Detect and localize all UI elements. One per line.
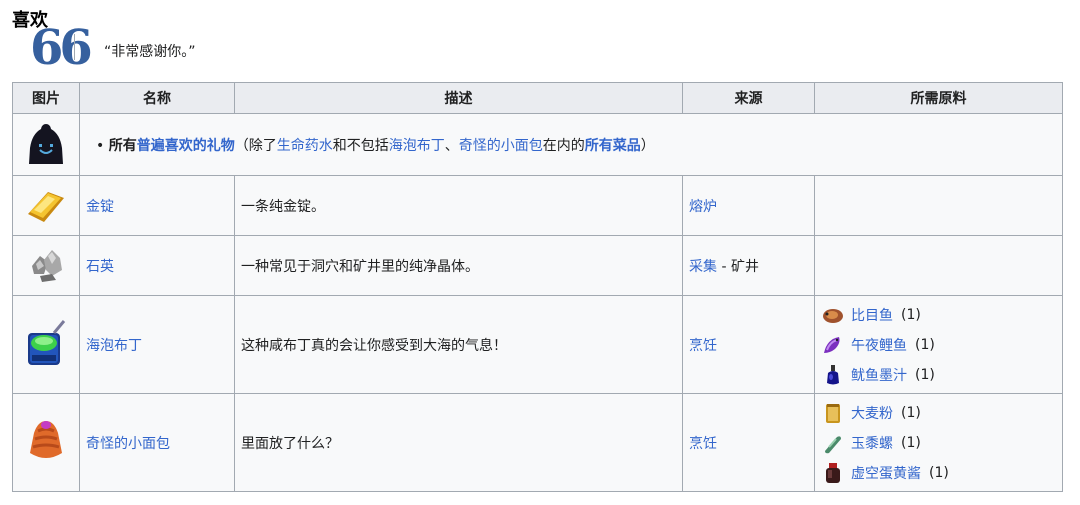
table-row: 海泡布丁 这种咸布丁真的会让你感受到大海的气息！ 烹饪 比目鱼 (1) 午夜鲤鱼 [12, 295, 1063, 394]
source-cell: 熔炉 [682, 175, 815, 236]
universal-text-3: 、 [444, 137, 459, 154]
seafoam-pudding-icon [28, 319, 66, 365]
shadow-people-icon [29, 123, 63, 164]
bullet: • [96, 137, 105, 154]
item-name-link[interactable]: 石英 [86, 259, 114, 275]
header-ingredients: 所需原料 [814, 82, 1063, 114]
ingredient-link[interactable]: 午夜鲤鱼 [851, 335, 907, 355]
universal-loves-link[interactable]: 普遍喜欢的礼物 [137, 138, 235, 154]
ingredient-qty: (1) [901, 404, 921, 421]
item-name-link[interactable]: 海泡布丁 [86, 338, 142, 354]
seafoam-pudding-link[interactable]: 海泡布丁 [389, 138, 445, 154]
name-cell: 石英 [79, 235, 235, 296]
ingredient-link[interactable]: 大麦粉 [851, 403, 893, 423]
periwinkle-icon [825, 435, 841, 453]
ingredient-qty: (1) [901, 434, 921, 451]
source-cell: 烹饪 [682, 393, 815, 492]
strange-bun-icon [30, 420, 62, 458]
ingredient-qty: (1) [915, 336, 935, 353]
quote-divider [74, 34, 75, 60]
universal-text-5: ） [640, 137, 655, 154]
image-cell [12, 113, 80, 176]
image-cell [12, 235, 80, 296]
ingredient-link[interactable]: 玉黍螺 [851, 433, 893, 453]
header-source: 来源 [682, 82, 815, 114]
ingredients-cell [814, 175, 1063, 236]
universal-prefix: 所有 [108, 137, 137, 154]
quartz-icon [32, 249, 62, 282]
ingredient-qty: (1) [915, 366, 935, 383]
name-cell: 海泡布丁 [79, 295, 235, 394]
strange-bun-link[interactable]: 奇怪的小面包 [459, 138, 543, 154]
item-name-link[interactable]: 奇怪的小面包 [86, 436, 170, 452]
table-row: • 所有普遍喜欢的礼物（除了生命药水和不包括海泡布丁、奇怪的小面包在内的所有菜品… [12, 113, 1063, 176]
table-header-row: 图片 名称 描述 来源 所需原料 [12, 82, 1063, 114]
ingredients-cell: 比目鱼 (1) 午夜鲤鱼 (1) 鱿鱼墨汁 (1) [814, 295, 1063, 394]
ingredient-link[interactable]: 虚空蛋黄酱 [851, 463, 921, 483]
header-description: 描述 [234, 82, 683, 114]
universal-gifts-line: • 所有普遍喜欢的礼物（除了生命药水和不包括海泡布丁、奇怪的小面包在内的所有菜品… [86, 135, 1056, 155]
source-link[interactable]: 烹饪 [689, 436, 717, 452]
life-elixir-link[interactable]: 生命药水 [277, 138, 333, 154]
image-cell [12, 393, 80, 492]
wheat-flour-icon [826, 403, 840, 423]
source-link[interactable]: 熔炉 [689, 199, 717, 215]
source-link[interactable]: 采集 [689, 259, 717, 275]
ingredient-qty: (1) [901, 306, 921, 323]
ingredient-item: 午夜鲤鱼 (1) [821, 330, 1056, 360]
midnight-carp-icon [824, 336, 840, 353]
description-cell: 一种常见于洞穴和矿井里的纯净晶体。 [234, 235, 683, 296]
ingredient-item: 大麦粉 (1) [821, 398, 1056, 428]
universal-gifts-cell: • 所有普遍喜欢的礼物（除了生命药水和不包括海泡布丁、奇怪的小面包在内的所有菜品… [79, 113, 1063, 176]
ingredient-qty: (1) [929, 464, 949, 481]
source-link[interactable]: 烹饪 [689, 338, 717, 354]
all-dishes-link[interactable]: 所有菜品 [585, 138, 641, 154]
item-name-link[interactable]: 金锭 [86, 199, 114, 215]
name-cell: 奇怪的小面包 [79, 393, 235, 492]
ingredient-item: 鱿鱼墨汁 (1) [821, 360, 1056, 390]
gift-table: 图片 名称 描述 来源 所需原料 • 所有普遍喜欢的礼物（除了生命药水和不包括海… [12, 82, 1063, 492]
ingredient-item: 虚空蛋黄酱 (1) [821, 458, 1056, 488]
universal-text-1: （除了 [234, 137, 277, 154]
ingredients-cell: 大麦粉 (1) 玉黍螺 (1) 虚空蛋黄酱 (1) [814, 393, 1063, 492]
source-cell: 采集 - 矿井 [682, 235, 815, 296]
description-cell: 这种咸布丁真的会让你感受到大海的气息！ [234, 295, 683, 394]
quote-mark-icon: 66 [30, 20, 93, 76]
squid-ink-icon [827, 364, 839, 384]
universal-text-4: 在内的 [542, 137, 585, 154]
ingredient-link[interactable]: 鱿鱼墨汁 [851, 365, 907, 385]
ingredient-link[interactable]: 比目鱼 [851, 305, 893, 325]
universal-text-2: 和不包括 [332, 137, 389, 154]
header-name: 名称 [79, 82, 235, 114]
gold-bar-icon [28, 191, 64, 222]
description-cell: 里面放了什么？ [234, 393, 683, 492]
source-cell: 烹饪 [682, 295, 815, 394]
table-row: 石英 一种常见于洞穴和矿井里的纯净晶体。 采集 - 矿井 [12, 235, 1063, 296]
void-mayonnaise-icon [826, 462, 840, 483]
image-cell [12, 175, 80, 236]
ingredient-item: 玉黍螺 (1) [821, 428, 1056, 458]
image-cell [12, 295, 80, 394]
ingredients-cell [814, 235, 1063, 296]
table-row: 奇怪的小面包 里面放了什么？ 烹饪 大麦粉 (1) 玉黍螺 (1) 虚空蛋黄酱 … [12, 393, 1063, 492]
name-cell: 金锭 [79, 175, 235, 236]
table-row: 金锭 一条纯金锭。 熔炉 [12, 175, 1063, 236]
quote-text: “非常感谢你。” [104, 44, 196, 60]
source-extra: - 矿井 [717, 258, 759, 275]
description-cell: 一条纯金锭。 [234, 175, 683, 236]
header-image: 图片 [12, 82, 80, 114]
ingredient-item: 比目鱼 (1) [821, 300, 1056, 330]
halibut-icon [823, 308, 843, 323]
